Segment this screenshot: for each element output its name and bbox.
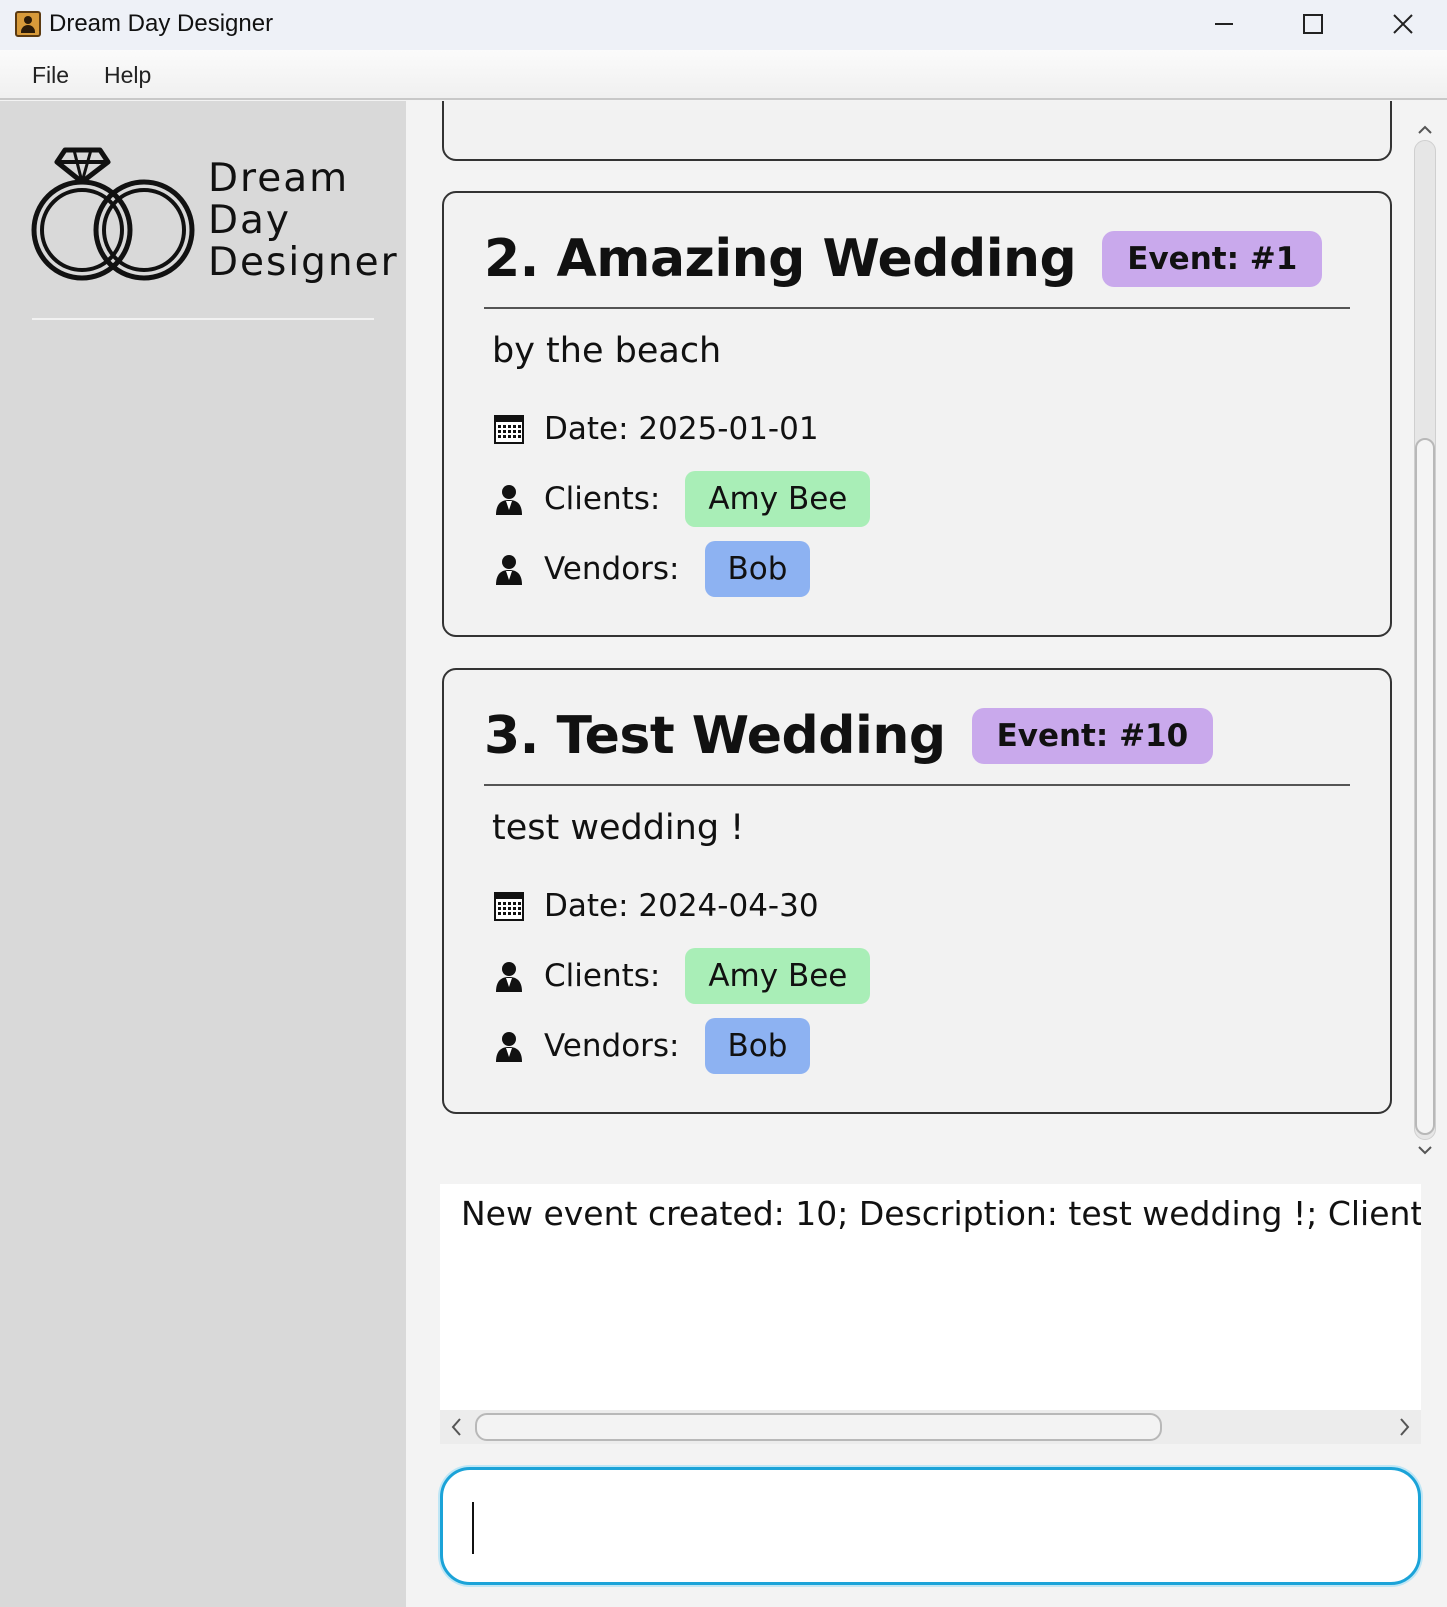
- person-icon: [496, 962, 522, 992]
- client-tag[interactable]: Amy Bee: [685, 948, 871, 1004]
- wedding-rings-icon: [31, 147, 195, 281]
- contact-book-icon: [15, 11, 41, 37]
- sidebar: [0, 101, 406, 1607]
- event-date: Date: 2024-04-30: [544, 888, 819, 924]
- minimize-icon: [1215, 23, 1233, 25]
- logo-line: Day: [208, 198, 292, 243]
- close-icon: [1393, 14, 1413, 34]
- menu-help[interactable]: Help: [104, 62, 151, 89]
- scroll-left-icon[interactable]: [442, 1410, 472, 1444]
- event-clients-row: Clients: Amy Bee: [492, 948, 871, 1004]
- event-date-row: Date: 2024-04-30: [492, 878, 819, 934]
- client-tag[interactable]: Amy Bee: [685, 471, 871, 527]
- result-display: New event created: 10; Description: test…: [440, 1184, 1421, 1410]
- divider: [484, 307, 1350, 309]
- person-icon: [496, 555, 522, 585]
- scroll-up-icon[interactable]: [1411, 120, 1439, 138]
- event-id-badge: Event: #10: [971, 708, 1214, 764]
- person-icon: [496, 1032, 522, 1062]
- person-icon: [496, 485, 522, 515]
- event-id-badge: Event: #1: [1102, 231, 1323, 287]
- clients-label: Clients:: [544, 481, 661, 517]
- event-vendors-row: Vendors: Bob: [492, 1018, 811, 1074]
- event-description: by the beach: [492, 331, 722, 371]
- maximize-icon: [1303, 14, 1323, 34]
- sidebar-divider: [32, 318, 374, 320]
- result-message: New event created: 10; Description: test…: [461, 1194, 1421, 1233]
- event-card[interactable]: 3. Test Wedding Event: #10 test wedding …: [442, 668, 1392, 1114]
- scrollbar-thumb[interactable]: [1415, 438, 1435, 1135]
- minimize-button[interactable]: [1178, 0, 1268, 50]
- text-caret: [472, 1502, 474, 1554]
- event-date-row: Date: 2025-01-01: [492, 401, 819, 457]
- event-vendors-row: Vendors: Bob: [492, 541, 811, 597]
- maximize-button[interactable]: [1268, 0, 1358, 50]
- scroll-down-icon[interactable]: [1411, 1142, 1439, 1160]
- scroll-right-icon[interactable]: [1389, 1410, 1419, 1444]
- menu-bar: File Help: [0, 50, 1447, 100]
- clients-label: Clients:: [544, 958, 661, 994]
- event-date: Date: 2025-01-01: [544, 411, 819, 447]
- event-clients-row: Clients: Amy Bee: [492, 471, 871, 527]
- vendor-tag[interactable]: Bob: [704, 541, 811, 597]
- result-horizontal-scrollbar[interactable]: [440, 1410, 1421, 1444]
- vendors-label: Vendors:: [544, 551, 680, 587]
- window-title: Dream Day Designer: [49, 10, 274, 37]
- event-list[interactable]: 2. Amazing Wedding Event: #1 by the beac…: [406, 101, 1447, 1176]
- logo-line: Designer: [208, 240, 399, 285]
- event-list-scrollbar[interactable]: [1410, 120, 1438, 1160]
- calendar-icon: [494, 892, 524, 921]
- vendor-tag[interactable]: Bob: [704, 1018, 811, 1074]
- logo-line: Dream: [208, 156, 350, 201]
- divider: [484, 784, 1350, 786]
- event-title: 3. Test Wedding: [484, 706, 946, 766]
- event-card[interactable]: 2. Amazing Wedding Event: #1 by the beac…: [442, 191, 1392, 637]
- calendar-icon: [494, 415, 524, 444]
- event-card[interactable]: [442, 101, 1392, 161]
- logo-text: Dream Day Designer: [208, 158, 399, 284]
- menu-file[interactable]: File: [32, 62, 69, 89]
- event-header: 2. Amazing Wedding Event: #1: [484, 229, 1323, 289]
- vendors-label: Vendors:: [544, 1028, 680, 1064]
- event-title: 2. Amazing Wedding: [484, 229, 1077, 289]
- scrollbar-thumb[interactable]: [475, 1413, 1162, 1441]
- close-button[interactable]: [1358, 0, 1447, 50]
- event-description: test wedding !: [492, 808, 745, 848]
- command-input[interactable]: [440, 1467, 1421, 1585]
- event-header: 3. Test Wedding Event: #10: [484, 706, 1214, 766]
- title-bar: Dream Day Designer: [0, 0, 1447, 50]
